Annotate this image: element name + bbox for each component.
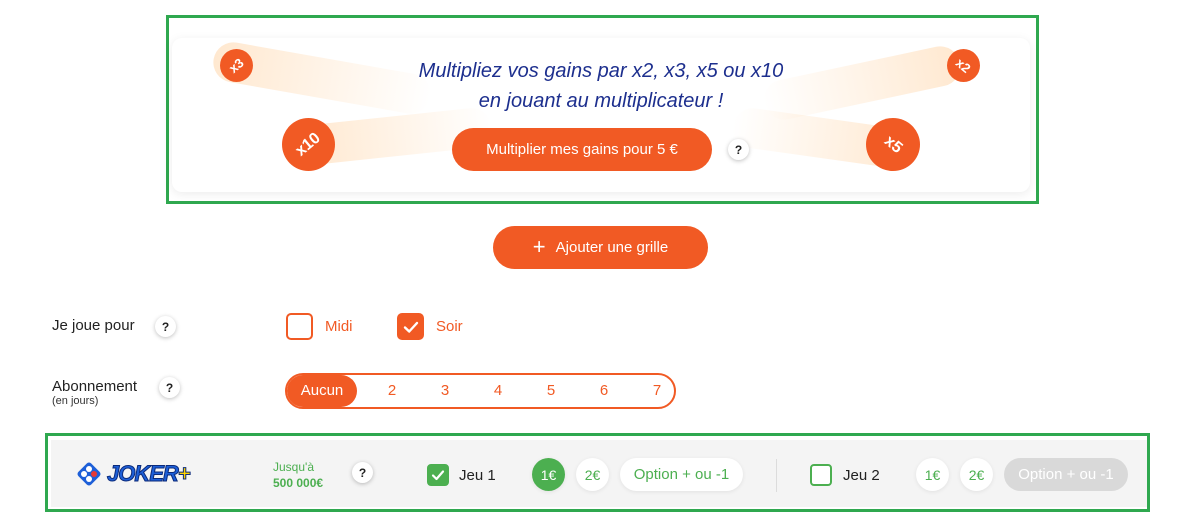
midi-checkbox[interactable] [286,313,313,340]
draw-time-help-icon[interactable]: ? [155,316,176,337]
subscription-label: Abonnement [52,378,138,395]
subscription-option-3[interactable]: 3 [425,375,465,407]
add-grid-label: Ajouter une grille [555,239,669,256]
subscription-option-5[interactable]: 5 [531,375,571,407]
subscription-days-selector: Aucun 2 3 4 5 6 7 [285,373,676,409]
fdj-clover-icon [77,462,101,486]
jeu2-label: Jeu 2 [843,467,880,484]
jeu1-option-button[interactable]: Option + ou -1 [620,458,743,491]
subscription-option-aucun[interactable]: Aucun [287,375,357,407]
subscription-option-7[interactable]: 7 [637,375,677,407]
draw-time-label: Je joue pour [52,317,135,334]
jeu1-checkbox[interactable] [427,464,449,486]
jeu2-option-button[interactable]: Option + ou -1 [1004,458,1128,491]
joker-help-icon[interactable]: ? [352,462,373,483]
subscription-sublabel: (en jours) [52,395,99,407]
subscription-option-6[interactable]: 6 [584,375,624,407]
jackpot-amount: 500 000€ [273,476,324,490]
x5-badge: x5 [866,118,920,171]
games-divider [776,459,777,492]
checkmark-icon [431,470,445,481]
multiplier-promo-card: x3 x2 x10 x5 Multipliez vos gains par x2… [172,38,1030,192]
jackpot-prefix: Jusqu'à [273,460,314,474]
multiplier-help-icon[interactable]: ? [728,139,749,160]
subscription-help-icon[interactable]: ? [159,377,180,398]
jeu1-stake-2[interactable]: 2€ [576,458,609,491]
midi-label[interactable]: Midi [325,318,353,335]
soir-checkbox[interactable] [397,313,424,340]
jeu2-checkbox[interactable] [810,464,832,486]
page: x3 x2 x10 x5 Multipliez vos gains par x2… [0,0,1200,514]
promo-subheadline: en jouant au multiplicateur ! [478,90,724,112]
plus-icon: + [532,233,546,259]
subscription-option-4[interactable]: 4 [478,375,518,407]
joker-plus-logo: JOKER+ [75,460,192,488]
multiply-gains-button[interactable]: Multiplier mes gains pour 5 € [452,128,712,171]
jeu2-stake-2[interactable]: 2€ [960,458,993,491]
soir-label[interactable]: Soir [436,318,463,335]
promo-headline: Multipliez vos gains par x2, x3, x5 ou x… [418,60,784,82]
x10-badge: x10 [282,118,335,171]
subscription-option-2[interactable]: 2 [372,375,412,407]
checkmark-icon [403,321,418,333]
jeu2-stake-1[interactable]: 1€ [916,458,949,491]
joker-logo-text: JOKER+ [107,461,192,487]
jeu1-stake-1[interactable]: 1€ [532,458,565,491]
add-grid-button[interactable]: + Ajouter une grille [493,226,708,269]
jeu1-label: Jeu 1 [459,467,496,484]
